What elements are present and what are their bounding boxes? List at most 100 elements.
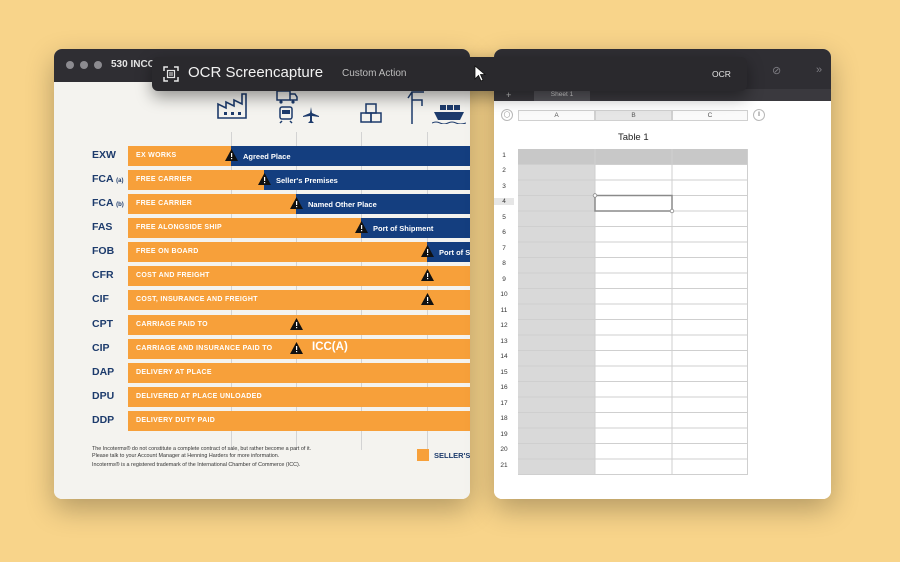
incoterm-code: FCA (a) bbox=[92, 173, 123, 185]
incoterm-code: CIF bbox=[92, 293, 109, 305]
selection-handle[interactable] bbox=[669, 208, 675, 214]
incoterm-row-cpt: CPT CARRIAGE PAID TO bbox=[54, 315, 470, 335]
window-controls bbox=[66, 61, 102, 69]
incoterm-row-fca-a: FCA (a) FREE CARRIER Seller's Premises bbox=[54, 170, 470, 190]
row-number[interactable]: 9 bbox=[494, 276, 514, 283]
incoterm-code-text: CFR bbox=[92, 269, 114, 281]
incoterm-row-dap: DAP DELIVERY AT PLACE bbox=[54, 363, 470, 383]
table-select-button[interactable]: ◯ bbox=[501, 109, 513, 121]
incoterm-label: EX WORKS bbox=[136, 152, 177, 159]
row-number[interactable]: 19 bbox=[494, 431, 514, 438]
collaborate-icon[interactable]: ⊘ bbox=[772, 64, 781, 77]
incoterm-label: FREE CARRIER bbox=[136, 176, 193, 183]
incoterm-code-text: CIF bbox=[92, 293, 109, 305]
train-icon bbox=[279, 106, 293, 124]
incoterm-label: FREE ON BOARD bbox=[136, 248, 199, 255]
incoterm-code: DAP bbox=[92, 366, 114, 378]
ocr-shortcut-label[interactable]: OCR bbox=[712, 69, 731, 79]
row-number[interactable]: 18 bbox=[494, 415, 514, 422]
incoterms-window: 530 INCO EXW EX WORKS Agreed Place FCA (… bbox=[54, 49, 470, 499]
row-number[interactable]: 12 bbox=[494, 322, 514, 329]
incoterm-row-dpu: DPU DELIVERED AT PLACE UNLOADED bbox=[54, 387, 470, 407]
expand-toolbar-icon[interactable]: » bbox=[816, 64, 822, 76]
crane-icon bbox=[407, 91, 424, 124]
row-number[interactable]: 11 bbox=[494, 307, 514, 314]
risk-warning-icon bbox=[290, 318, 303, 330]
incoterm-code-text: DAP bbox=[92, 366, 115, 378]
column-header-b[interactable]: B bbox=[595, 110, 672, 121]
incoterm-code-text: EXW bbox=[92, 149, 116, 161]
row-number[interactable]: 14 bbox=[494, 353, 514, 360]
column-header-c[interactable]: C bbox=[672, 110, 748, 121]
selection-handle[interactable] bbox=[592, 193, 598, 198]
incoterm-code: FOB bbox=[92, 245, 114, 257]
incoterm-label: FREE CARRIER bbox=[136, 200, 193, 207]
row-number[interactable]: 13 bbox=[494, 338, 514, 345]
row-number[interactable]: 1 bbox=[494, 152, 514, 159]
incoterm-row-ddp: DDP DELIVERY DUTY PAID bbox=[54, 411, 470, 431]
selected-cell[interactable] bbox=[594, 194, 673, 212]
row-number[interactable]: 16 bbox=[494, 384, 514, 391]
minimize-window-button[interactable] bbox=[80, 61, 88, 69]
mouse-cursor-icon bbox=[474, 65, 487, 82]
row-number[interactable]: 15 bbox=[494, 369, 514, 376]
incoterm-code: CPT bbox=[92, 318, 113, 330]
incoterm-code-text: CIP bbox=[92, 342, 110, 354]
row-number[interactable]: 20 bbox=[494, 446, 514, 453]
action-subtitle: Custom Action bbox=[342, 68, 407, 79]
row-number[interactable]: 2 bbox=[494, 167, 514, 174]
risk-warning-icon bbox=[258, 173, 271, 185]
icc-clause-label: ICC(A) bbox=[312, 341, 348, 353]
row-number[interactable]: 10 bbox=[494, 291, 514, 298]
transport-icons-row bbox=[214, 90, 470, 126]
risk-warning-icon bbox=[421, 269, 434, 281]
factory-icon bbox=[217, 93, 247, 119]
incoterm-code: CFR bbox=[92, 269, 114, 281]
add-column-button[interactable]: ‖ bbox=[753, 109, 765, 121]
row-number-selected[interactable]: 4 bbox=[494, 198, 514, 205]
incoterm-row-cfr: CFR COST AND FREIGHT bbox=[54, 266, 470, 286]
row-number[interactable]: 3 bbox=[494, 183, 514, 190]
truck-icon bbox=[276, 90, 298, 104]
action-title[interactable]: OCR Screencapture bbox=[188, 64, 323, 81]
incoterm-label: DELIVERED AT PLACE UNLOADED bbox=[136, 393, 262, 400]
row-number[interactable]: 17 bbox=[494, 400, 514, 407]
incoterm-code-sub: (a) bbox=[116, 178, 124, 184]
incoterm-label: FREE ALONGSIDE SHIP bbox=[136, 224, 222, 231]
incoterm-row-exw: EXW EX WORKS Agreed Place bbox=[54, 146, 470, 166]
incoterm-code: EXW bbox=[92, 149, 116, 161]
row-number[interactable]: 6 bbox=[494, 229, 514, 236]
incoterm-row-fob: FOB FREE ON BOARD Port of S bbox=[54, 242, 470, 262]
incoterm-label: DELIVERY DUTY PAID bbox=[136, 417, 216, 424]
incoterm-label: COST AND FREIGHT bbox=[136, 272, 210, 279]
legend-swatch bbox=[417, 449, 429, 461]
close-window-button[interactable] bbox=[66, 61, 74, 69]
risk-warning-icon bbox=[290, 342, 303, 354]
spreadsheet-canvas[interactable]: ◯ A B C ‖ Table 1 1 2 3 4 5 6 7 8 9 10 1… bbox=[494, 101, 831, 499]
incoterm-row-fca-b: FCA (b) FREE CARRIER Named Other Place bbox=[54, 194, 470, 214]
footnote-line: Incoterms® is a registered trademark of … bbox=[92, 462, 301, 468]
ocr-action-bar[interactable]: OCR Screencapture Custom Action OCR bbox=[152, 57, 747, 91]
incoterm-code: CIP bbox=[92, 342, 110, 354]
table-grid[interactable] bbox=[518, 149, 748, 475]
transfer-point-label: Named Other Place bbox=[308, 200, 377, 209]
incoterm-code-text: FCA bbox=[92, 197, 114, 209]
transfer-point-label: Seller's Premises bbox=[276, 176, 338, 185]
airplane-icon bbox=[303, 107, 319, 123]
incoterm-label: CARRIAGE AND INSURANCE PAID TO bbox=[136, 345, 273, 352]
transfer-point-label: Port of Shipment bbox=[373, 224, 434, 233]
boxes-icon bbox=[360, 103, 382, 123]
zoom-window-button[interactable] bbox=[94, 61, 102, 69]
incoterm-code: DPU bbox=[92, 390, 114, 402]
incoterm-code-text: FAS bbox=[92, 221, 113, 233]
header-row[interactable] bbox=[518, 149, 748, 165]
row-number[interactable]: 7 bbox=[494, 245, 514, 252]
risk-warning-icon bbox=[421, 245, 434, 257]
incoterms-chart-document: EXW EX WORKS Agreed Place FCA (a) FREE C… bbox=[54, 82, 470, 499]
row-number[interactable]: 8 bbox=[494, 260, 514, 267]
incoterm-code: FAS bbox=[92, 221, 112, 233]
column-header-a[interactable]: A bbox=[518, 110, 595, 121]
row-number[interactable]: 5 bbox=[494, 214, 514, 221]
row-number[interactable]: 21 bbox=[494, 462, 514, 469]
table-title[interactable]: Table 1 bbox=[618, 132, 649, 143]
